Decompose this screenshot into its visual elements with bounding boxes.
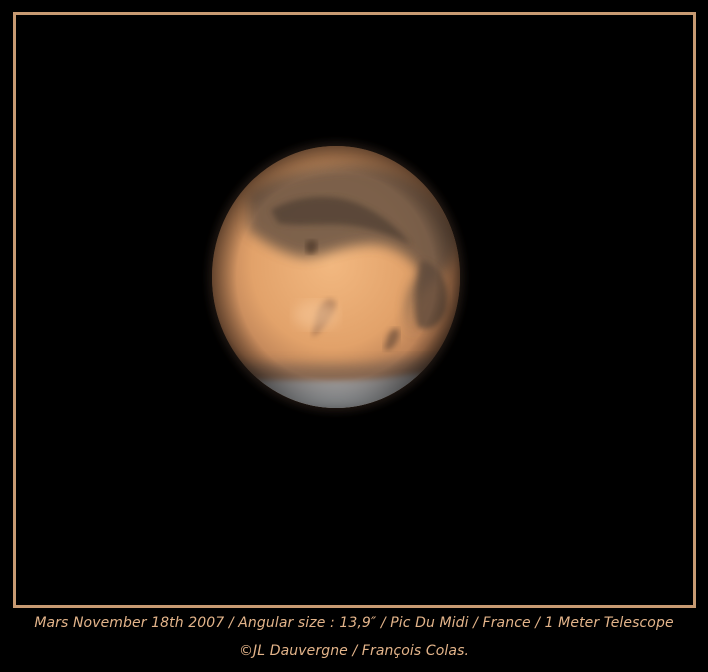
mars-planet-image [208,142,464,412]
caption-line-1: Mars November 18th 2007 / Angular size :… [34,615,674,631]
photo-frame [13,12,696,608]
mars-limb [212,146,460,408]
copyright-credit: ©JL Dauvergne / François Colas. [238,643,470,659]
